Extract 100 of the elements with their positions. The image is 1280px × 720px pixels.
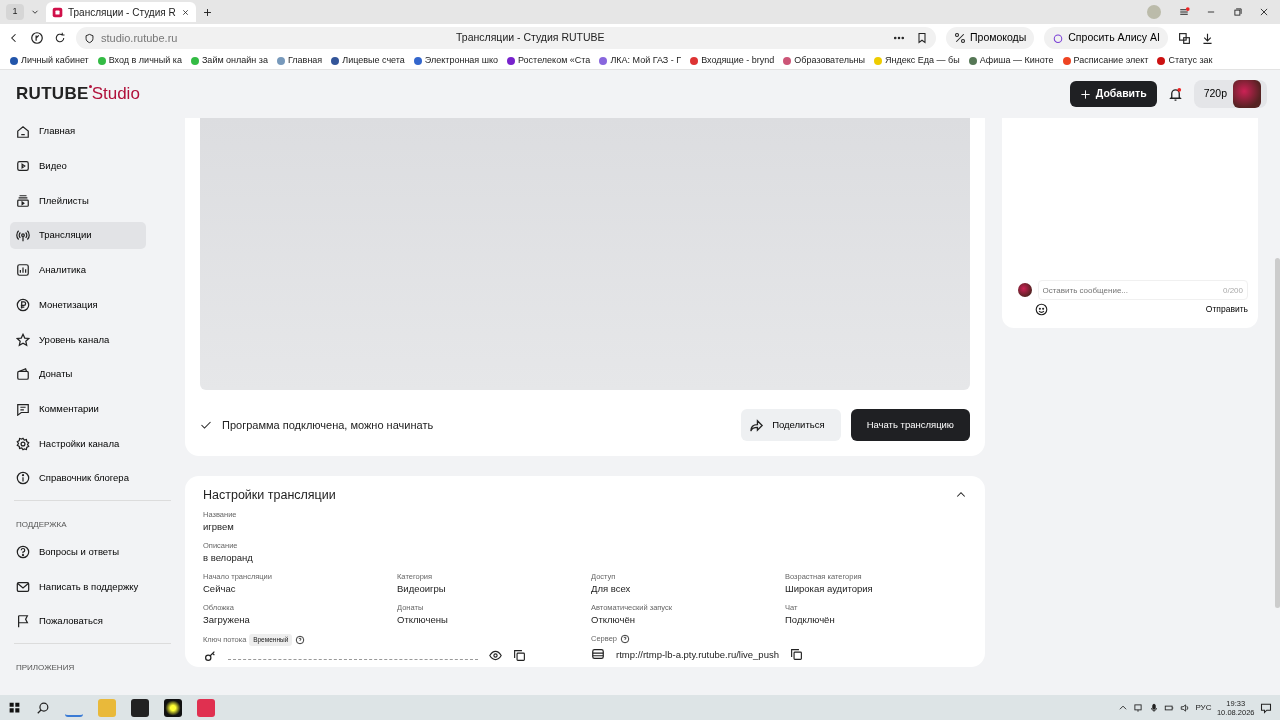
sidebar-item[interactable]: Видео [10, 152, 146, 180]
field-value: Для всех [591, 582, 632, 596]
sidebar-item[interactable]: Аналитика [10, 256, 146, 284]
volume-icon[interactable] [1179, 702, 1190, 713]
eye-icon[interactable] [489, 649, 502, 663]
ruble-icon [16, 297, 30, 312]
battery-icon[interactable] [1164, 702, 1175, 713]
search-icon[interactable] [36, 700, 50, 715]
start-stream-button[interactable]: Начать трансляцию [850, 409, 970, 441]
bookmark-link[interactable]: Займ онлайн за [190, 53, 268, 68]
plus-icon [1079, 88, 1091, 100]
bookmark-link[interactable]: ЛКА: Мой ГАЗ - Г [599, 53, 682, 68]
help-icon[interactable] [619, 634, 630, 645]
reload-icon[interactable] [54, 32, 66, 44]
translate-icon[interactable] [1177, 31, 1191, 45]
bookmark-link[interactable]: Расписание элект [1062, 53, 1149, 68]
wallet-icon [16, 367, 30, 382]
field-value: игрвем [203, 520, 235, 534]
brand-logo[interactable]: RUTUBE [16, 81, 89, 107]
field-value: Сейчас [203, 582, 237, 596]
sidebar-item[interactable]: Вопросы и ответы [10, 538, 146, 566]
bookmark-icon[interactable] [916, 32, 928, 44]
help-icon[interactable] [295, 635, 306, 646]
sidebar-item[interactable]: Уровень канала [10, 326, 146, 354]
bell-icon[interactable] [1167, 86, 1183, 102]
copy-icon[interactable] [790, 647, 803, 661]
user-avatar [1018, 283, 1032, 298]
flag-icon [16, 614, 30, 629]
bookmark-link[interactable]: Личный кабинет [10, 53, 89, 68]
sidebar-item[interactable]: Трансляции [10, 222, 146, 250]
page-title: Трансляции - Студия RUTUBE [456, 30, 605, 46]
language-indicator[interactable]: РУС [1195, 701, 1212, 714]
sidebar-item[interactable]: Главная [10, 118, 146, 145]
bookmark-link[interactable]: Ростелеком «Ста [507, 53, 591, 68]
plus-icon[interactable] [202, 6, 213, 18]
sidebar-item[interactable]: Написать в поддержку [10, 573, 146, 601]
sidebar-item[interactable]: Пожаловаться [10, 607, 146, 635]
menu-icon[interactable] [1177, 6, 1190, 18]
sidebar-item[interactable]: Донаты [10, 360, 146, 388]
field-value: Загружена [203, 613, 251, 627]
windows-icon[interactable] [8, 701, 21, 714]
address-bar[interactable]: studio.rutube.ru Трансляции - Студия RUTUBE [76, 27, 936, 49]
sidebar-item[interactable]: Монетизация [10, 291, 146, 319]
app-icon[interactable] [164, 698, 182, 717]
bookmark-link[interactable]: Лицевые счета [331, 53, 405, 68]
bookmark-link[interactable]: Входящие - brynd [690, 53, 775, 68]
sidebar-item[interactable]: Настройки канала [10, 430, 146, 458]
bookmark-link[interactable]: Электронная шко [413, 53, 498, 68]
field-value: Подключён [785, 613, 836, 627]
comment-icon [16, 402, 30, 416]
sidebar-item[interactable]: Справочник блогера [10, 464, 146, 492]
sidebar-item[interactable]: Плейлисты [10, 187, 146, 215]
bookmark-link[interactable]: Главная [276, 53, 323, 68]
mail-icon [16, 579, 30, 594]
browser-logo-icon[interactable] [30, 31, 44, 45]
copy-icon[interactable] [513, 649, 526, 663]
bookmark-link[interactable]: Образовательны [783, 53, 866, 68]
field-value: Отключены [397, 613, 449, 627]
star-icon [16, 332, 30, 347]
ring-icon [1052, 32, 1065, 44]
notifications-icon[interactable] [1260, 701, 1272, 714]
tab-favicon-icon [52, 6, 63, 18]
server-icon [591, 647, 605, 661]
bookmark-link[interactable]: Вход в личный ка [97, 53, 182, 68]
microphone-icon[interactable] [1148, 702, 1159, 713]
add-button[interactable]: Добавить [1069, 81, 1157, 107]
app-icon[interactable] [131, 698, 149, 717]
field-value: в велоранд [203, 551, 254, 565]
assistant-button[interactable]: Спросить Алису AI [1044, 27, 1168, 49]
field-value: Широкая аудитория [785, 582, 874, 596]
browser-tab[interactable]: Трансляции - Студия R [46, 2, 196, 22]
section-title: Настройки трансляции [203, 487, 337, 504]
field-value: Видеоигры [397, 582, 447, 596]
bookmark-link[interactable]: Яндекс Еда — бы [874, 53, 960, 68]
share-icon [749, 417, 765, 433]
percent-icon [954, 32, 966, 44]
info-icon [16, 471, 30, 486]
emoji-icon[interactable] [1034, 303, 1048, 316]
bookmark-link[interactable]: Статус зак [1157, 53, 1213, 68]
playlist-icon [16, 193, 30, 208]
download-icon[interactable] [1200, 31, 1214, 45]
sidebar-item[interactable]: Комментарии [10, 395, 146, 423]
scrollbar-thumb[interactable] [1275, 258, 1280, 608]
logo-product-name: Studio [91, 83, 140, 106]
restore-icon[interactable] [1232, 7, 1243, 17]
section-heading: ПОДДЕРЖКА [16, 518, 68, 531]
share-button[interactable]: Поделиться [741, 409, 841, 441]
server-url: rtmp://rtmp-lb-a.pty.rutube.ru/live_push [616, 647, 779, 661]
bookmark-link[interactable]: Афиша — Киноте [968, 53, 1054, 68]
send-button[interactable]: Отправить [1205, 303, 1248, 316]
network-icon[interactable] [1133, 702, 1144, 713]
promo-codes-button[interactable]: Промокоды [946, 27, 1035, 49]
tab-counter[interactable]: 1 [6, 4, 24, 20]
field-value: Отключён [591, 613, 636, 627]
close-icon[interactable] [1259, 7, 1269, 17]
close-icon[interactable] [181, 7, 190, 17]
quality-account-button[interactable]: 720p [1193, 80, 1267, 108]
settings-icon [16, 436, 30, 451]
tab-title: Трансляции - Студия R [68, 6, 176, 18]
status-text: Программа подключена, можно начинать [222, 417, 435, 433]
